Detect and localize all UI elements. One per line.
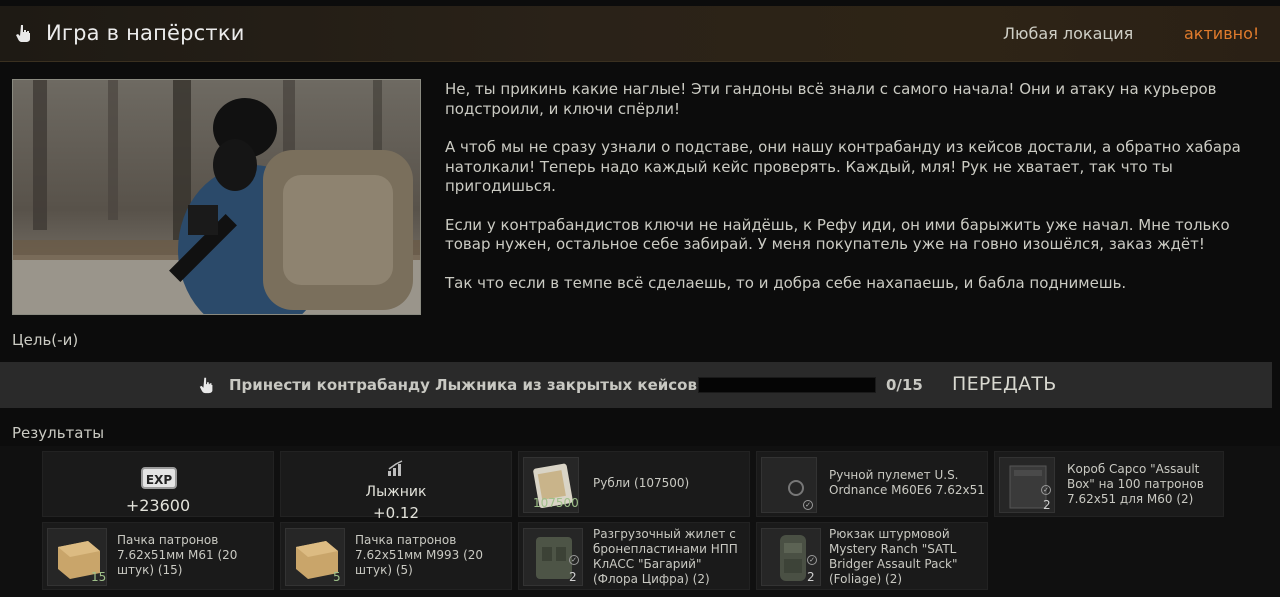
checkmark-icon: ✓ — [1041, 485, 1051, 495]
item-name: Рюкзак штурмовой Mystery Ranch "SATL Bri… — [829, 527, 958, 586]
item-name: Ручной пулемет U.S. Ordnance M60E6 7.62x… — [829, 468, 985, 497]
reward-item[interactable]: 2 ✓ Короб Capco "Assault Box" на 100 пат… — [994, 451, 1224, 517]
checkmark-icon: ✓ — [807, 555, 817, 565]
reward-trader-standing: Лыжник +0.12 — [280, 451, 512, 522]
objective-row: Принести контрабанду Лыжника из закрытых… — [0, 362, 1272, 408]
item-name: Пачка патронов 7.62x51мм M993 (20 штук) … — [355, 533, 484, 577]
reward-item[interactable]: 2 ✓ Разгрузочный жилет с бронепластинами… — [518, 522, 750, 590]
handover-button[interactable]: ПЕРЕДАТЬ — [952, 373, 1057, 395]
objective-progress-count: 0/15 — [886, 376, 923, 394]
trader-standing-value: +0.12 — [373, 504, 419, 522]
item-count: 5 — [333, 570, 341, 584]
quest-header: Игра в напёрстки Любая локация активно! — [0, 6, 1280, 62]
checkmark-icon: ✓ — [569, 555, 579, 565]
description-paragraph: Если у контрабандистов ключи не найдёшь,… — [445, 215, 1230, 254]
item-count: 107500 — [533, 496, 579, 510]
item-count: 2 — [569, 570, 577, 584]
item-name: Короб Capco "Assault Box" на 100 патроно… — [1067, 462, 1204, 506]
reward-item[interactable]: 107500 Рубли (107500) — [518, 451, 750, 517]
quest-description: Не, ты прикинь какие наглые! Эти гандоны… — [445, 80, 1265, 312]
hand-pointer-icon — [199, 377, 213, 394]
reward-exp: EXP +23600 — [42, 451, 274, 517]
quest-status: активно! — [1184, 24, 1260, 43]
reward-item[interactable]: ✓ Ручной пулемет U.S. Ordnance M60E6 7.6… — [756, 451, 988, 517]
quest-title: Игра в напёрстки — [46, 21, 245, 45]
item-count: 2 — [1043, 498, 1051, 512]
standing-bars-icon — [388, 460, 403, 476]
reward-item[interactable]: 2 ✓ Рюкзак штурмовой Mystery Ranch "SATL… — [756, 522, 988, 590]
description-paragraph: А чтоб мы не сразу узнали о подставе, он… — [445, 138, 1241, 195]
exp-value: +23600 — [125, 496, 191, 515]
description-paragraph: Не, ты прикинь какие наглые! Эти гандоны… — [445, 80, 1217, 118]
hand-pointer-icon — [16, 25, 30, 42]
reward-item[interactable]: 5 Пачка патронов 7.62x51мм M993 (20 штук… — [280, 522, 512, 590]
quest-image — [12, 79, 421, 315]
rewards-panel: EXP +23600 Лыжник +0.12 107500 Рубли (10… — [0, 446, 1280, 597]
objective-progress-bar — [698, 377, 876, 393]
checkmark-icon: ✓ — [803, 500, 813, 510]
quest-location: Любая локация — [1003, 24, 1134, 43]
trader-name: Лыжник — [365, 484, 427, 500]
item-count: 15 — [91, 570, 107, 584]
description-paragraph: Так что если в темпе всё сделаешь, то и … — [445, 273, 1127, 292]
objective-text: Принести контрабанду Лыжника из закрытых… — [229, 376, 697, 394]
item-count: 2 — [807, 570, 815, 584]
reward-item[interactable]: 15 Пачка патронов 7.62x51мм M61 (20 штук… — [42, 522, 274, 590]
results-label: Результаты — [12, 424, 105, 442]
goals-label: Цель(-и) — [12, 331, 79, 349]
exp-icon: EXP — [141, 467, 177, 489]
item-name: Пачка патронов 7.62x51мм M61 (20 штук) (… — [117, 533, 238, 577]
item-name: Разгрузочный жилет с бронепластинами НПП… — [593, 527, 738, 586]
item-name: Рубли (107500) — [593, 476, 690, 490]
